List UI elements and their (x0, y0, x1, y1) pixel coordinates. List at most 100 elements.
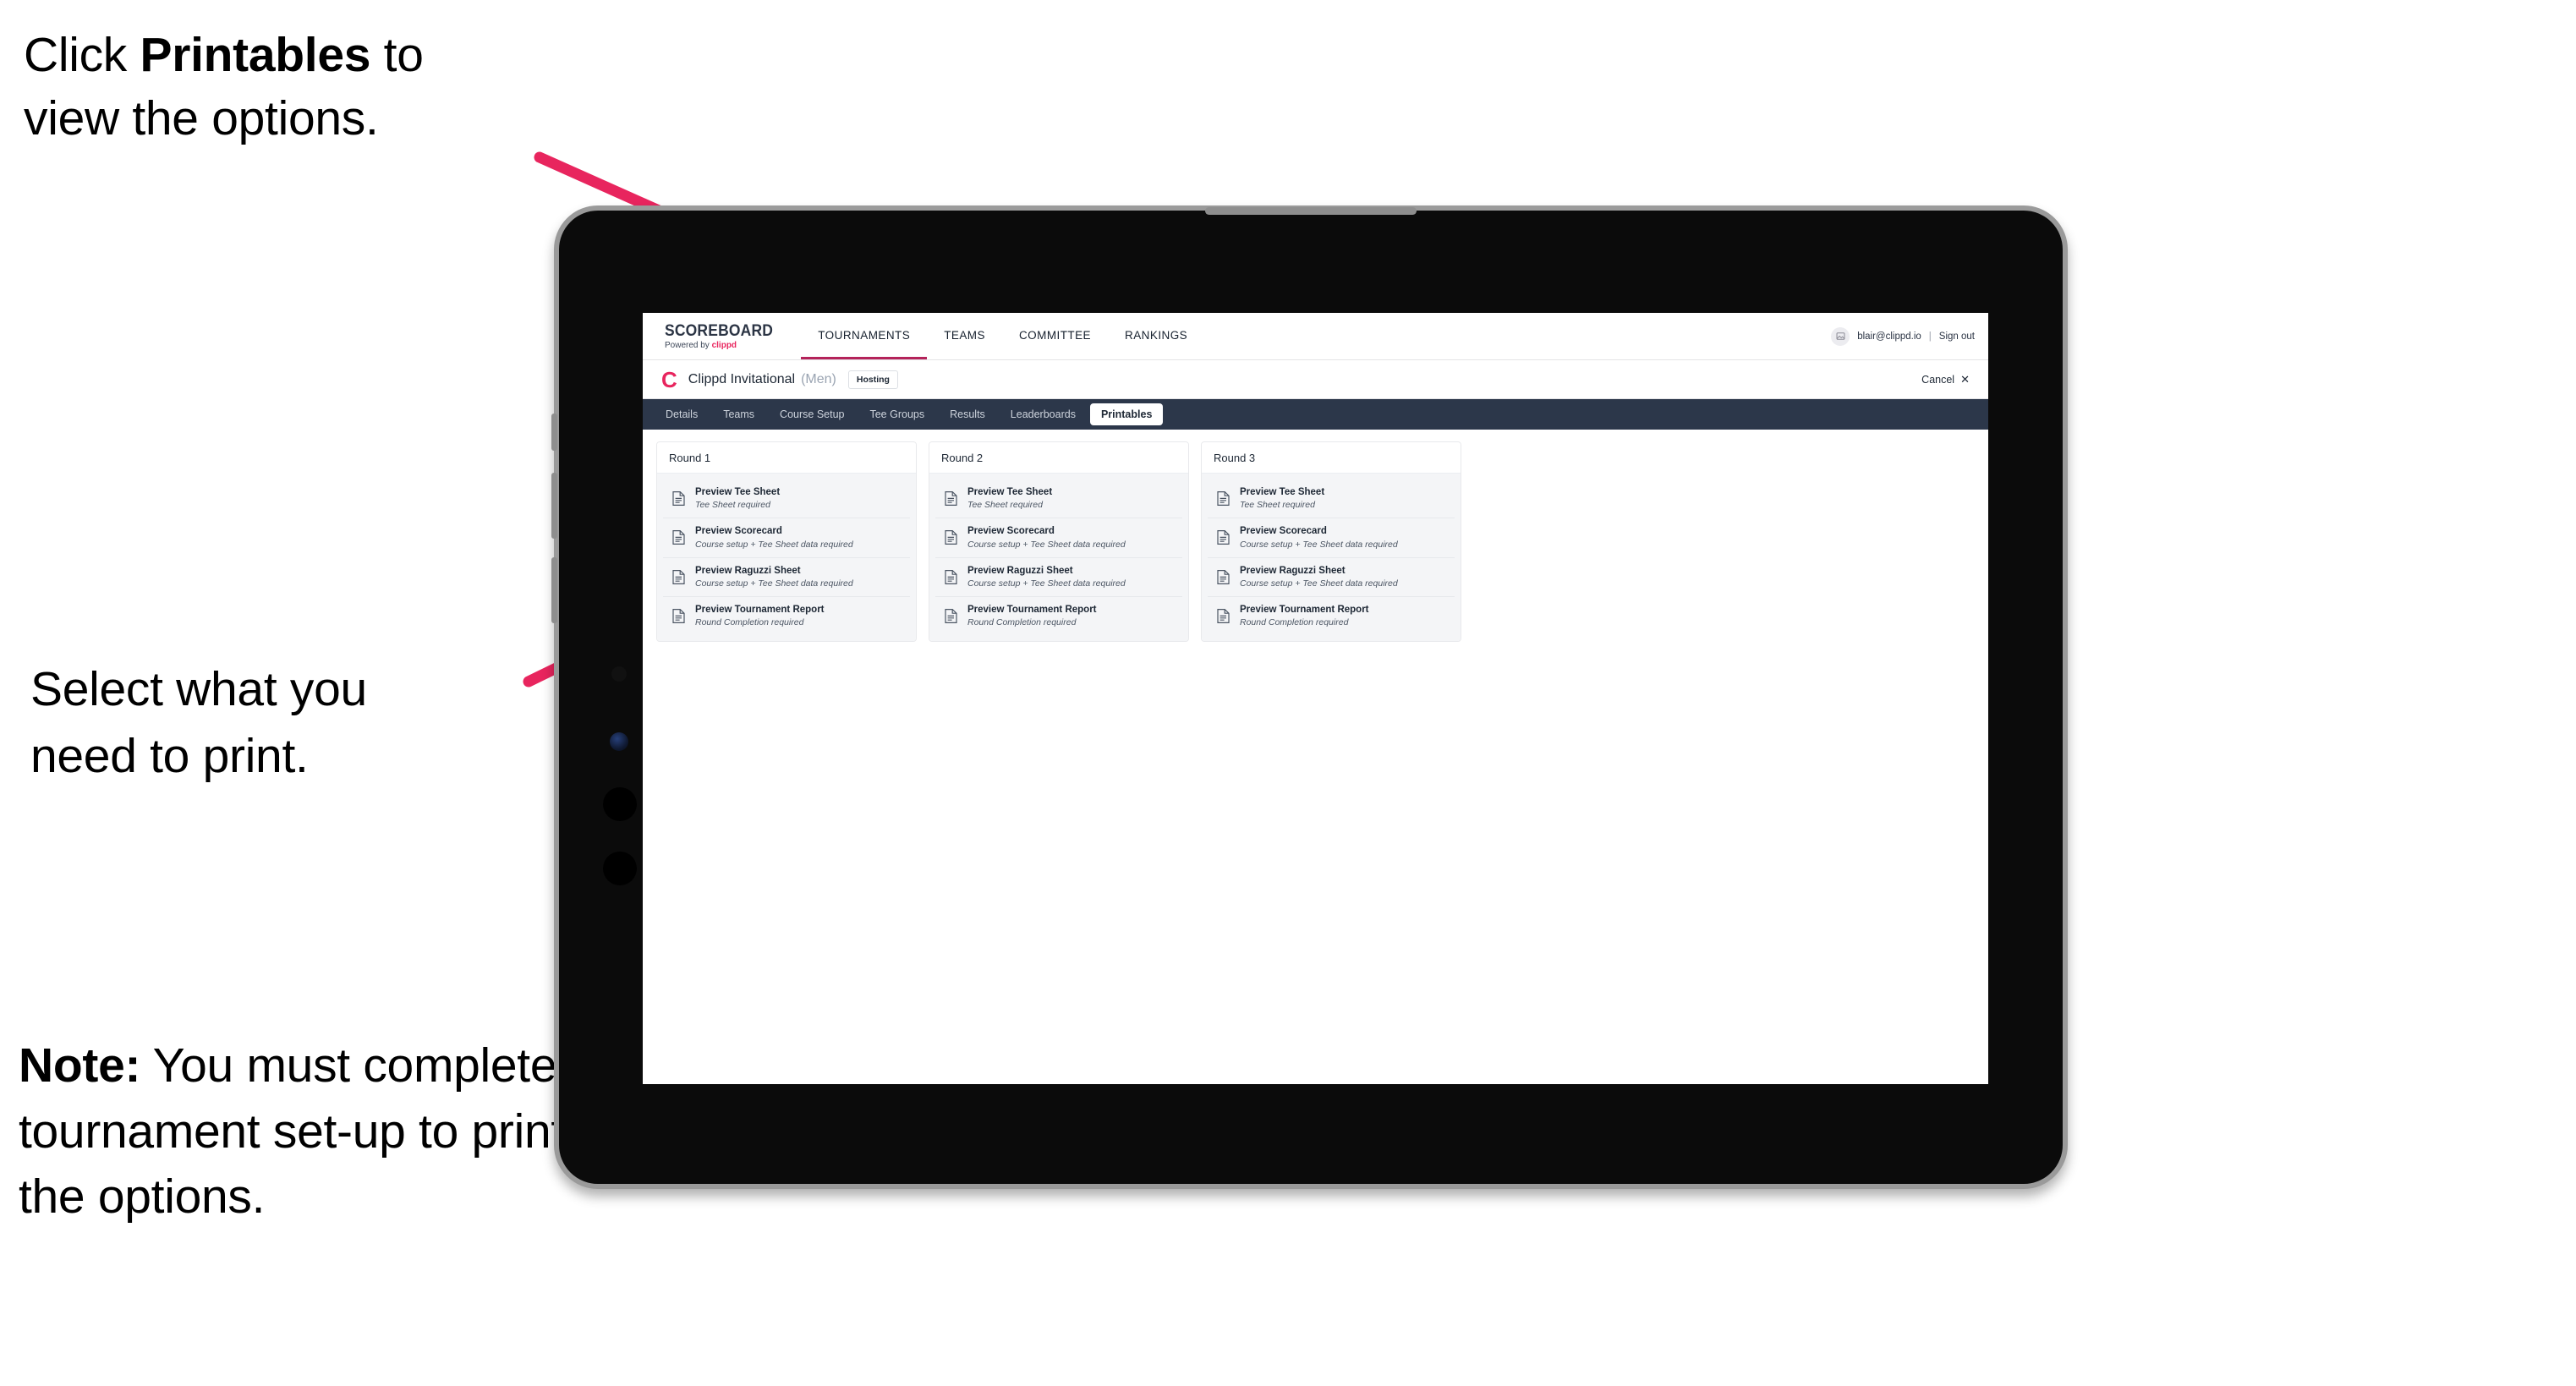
printable-row-tournament-report[interactable]: Preview Tournament Report Round Completi… (935, 596, 1182, 636)
printable-title: Preview Tee Sheet (695, 487, 781, 497)
top-nav-tournaments[interactable]: TOURNAMENTS (801, 313, 928, 359)
tournament-gender: (Men) (801, 371, 836, 386)
top-nav-items: TOURNAMENTS TEAMS COMMITTEE RANKINGS (801, 313, 1204, 359)
printable-row-scorecard[interactable]: Preview Scorecard Course setup + Tee She… (935, 518, 1182, 558)
sub-nav-course-setup[interactable]: Course Setup (769, 403, 855, 425)
document-icon (944, 490, 958, 507)
device-bezel-dot-one (603, 787, 637, 821)
sub-nav-leaderboards[interactable]: Leaderboards (1000, 403, 1087, 425)
printable-row-scorecard[interactable]: Preview Scorecard Course setup + Tee She… (1208, 518, 1455, 558)
printable-row-tee-sheet[interactable]: Preview Tee Sheet Tee Sheet required (1208, 479, 1455, 519)
sub-nav-results-label: Results (950, 408, 985, 420)
printable-row-text: Preview Tee Sheet Tee Sheet required (695, 487, 780, 510)
document-icon (1216, 529, 1230, 545)
printable-row-raguzzi-sheet[interactable]: Preview Raguzzi Sheet Course setup + Tee… (935, 557, 1182, 597)
round-column-2: Round 2 Preview Tee Sheet Tee Sheet requ… (929, 441, 1189, 643)
annotation-3-bold: Note: (19, 1038, 141, 1093)
printable-row-text: Preview Scorecard Course setup + Tee She… (967, 526, 1126, 549)
annotation-click-printables: Click Printables to view the options. (24, 24, 582, 151)
annotation-select-print: Select what you need to print. (30, 656, 572, 789)
printable-row-scorecard[interactable]: Preview Scorecard Course setup + Tee She… (663, 518, 910, 558)
brand-subtitle-prefix: Powered by (665, 340, 712, 350)
device-sensor-icon (610, 732, 628, 751)
printable-title: Preview Tournament Report (967, 604, 1097, 615)
sub-nav-leaderboards-label: Leaderboards (1010, 408, 1076, 420)
printable-row-raguzzi-sheet[interactable]: Preview Raguzzi Sheet Course setup + Tee… (663, 557, 910, 597)
top-nav-teams[interactable]: TEAMS (927, 313, 1002, 359)
document-icon (944, 608, 958, 624)
brand-logo[interactable]: SCOREBOARD Powered by clippd (643, 313, 801, 359)
printable-title: Preview Raguzzi Sheet (967, 565, 1073, 576)
printable-row-text: Preview Tee Sheet Tee Sheet required (1240, 487, 1324, 510)
annotation-2-line2: need to print. (30, 728, 309, 783)
annotation-1-post: to (370, 28, 424, 82)
cancel-button-label: Cancel (1921, 373, 1955, 386)
top-nav-rankings-label: RANKINGS (1125, 328, 1188, 342)
printable-row-raguzzi-sheet[interactable]: Preview Raguzzi Sheet Course setup + Tee… (1208, 557, 1455, 597)
printable-subtitle: Round Completion required (1240, 617, 1349, 628)
annotation-2-line1: Select what you (30, 662, 367, 716)
printable-row-text: Preview Tee Sheet Tee Sheet required (967, 487, 1052, 510)
printable-subtitle: Course setup + Tee Sheet data required (967, 539, 1126, 550)
sub-nav-details-label: Details (666, 408, 699, 420)
top-nav-committee-label: COMMITTEE (1018, 328, 1092, 342)
printable-row-text: Preview Tournament Report Round Completi… (1240, 605, 1369, 627)
sub-nav-details[interactable]: Details (655, 403, 709, 425)
tournament-sub-nav: Details Teams Course Setup Tee Groups Re… (643, 399, 1988, 430)
printable-row-text: Preview Raguzzi Sheet Course setup + Tee… (1240, 566, 1398, 589)
printable-subtitle: Tee Sheet required (967, 500, 1043, 511)
top-nav-tournaments-label: TOURNAMENTS (818, 328, 911, 342)
round-1-items: Preview Tee Sheet Tee Sheet required Pre… (657, 474, 916, 642)
sub-nav-printables[interactable]: Printables (1089, 403, 1164, 425)
printable-title: Preview Tee Sheet (1240, 487, 1325, 497)
clippd-logo-icon: C (661, 366, 677, 392)
printable-title: Preview Raguzzi Sheet (695, 565, 801, 576)
tablet-device: SCOREBOARD Powered by clippd TOURNAMENTS… (551, 205, 2068, 1189)
printable-subtitle: Course setup + Tee Sheet data required (1240, 539, 1398, 550)
printable-row-text: Preview Scorecard Course setup + Tee She… (1240, 526, 1398, 549)
printable-row-text: Preview Raguzzi Sheet Course setup + Tee… (967, 566, 1126, 589)
status-badge: Hosting (847, 370, 898, 389)
document-icon (1216, 490, 1230, 507)
printable-subtitle: Round Completion required (695, 617, 804, 628)
cancel-button[interactable]: Cancel ✕ (1921, 374, 1975, 386)
round-3-title: Round 3 (1202, 442, 1461, 474)
printable-row-text: Preview Scorecard Course setup + Tee She… (695, 526, 853, 549)
printable-title: Preview Tee Sheet (967, 487, 1053, 497)
printable-row-tournament-report[interactable]: Preview Tournament Report Round Completi… (663, 596, 910, 636)
device-side-button-volume-up[interactable] (551, 473, 557, 539)
printable-row-tee-sheet[interactable]: Preview Tee Sheet Tee Sheet required (663, 479, 910, 519)
sub-nav-teams-label: Teams (723, 408, 755, 420)
device-side-button-mute[interactable] (551, 414, 557, 451)
top-navigation-bar: SCOREBOARD Powered by clippd TOURNAMENTS… (643, 313, 1988, 360)
printable-row-tee-sheet[interactable]: Preview Tee Sheet Tee Sheet required (935, 479, 1182, 519)
document-icon (671, 608, 686, 624)
printables-content: Round 1 Preview Tee Sheet Tee Sheet requ… (643, 430, 1988, 643)
printable-subtitle: Course setup + Tee Sheet data required (695, 539, 853, 550)
printable-title: Preview Tournament Report (1240, 604, 1369, 615)
top-nav-teams-label: TEAMS (944, 328, 985, 342)
printable-subtitle: Course setup + Tee Sheet data required (695, 578, 853, 589)
top-nav-committee[interactable]: COMMITTEE (1002, 313, 1108, 359)
sub-nav-tee-groups[interactable]: Tee Groups (858, 403, 935, 425)
printable-row-tournament-report[interactable]: Preview Tournament Report Round Completi… (1208, 596, 1455, 636)
sub-nav-teams[interactable]: Teams (712, 403, 765, 425)
round-2-title: Round 2 (929, 442, 1188, 474)
app-screen: SCOREBOARD Powered by clippd TOURNAMENTS… (643, 313, 1988, 1084)
top-nav-rankings[interactable]: RANKINGS (1108, 313, 1204, 359)
sub-nav-results[interactable]: Results (939, 403, 996, 425)
document-icon (671, 490, 686, 507)
user-avatar-icon[interactable] (1831, 326, 1850, 346)
round-column-1: Round 1 Preview Tee Sheet Tee Sheet requ… (656, 441, 917, 643)
device-speaker (1205, 207, 1417, 215)
page-root: Click Printables to view the options. Se… (0, 0, 2576, 1386)
device-side-button-volume-down[interactable] (551, 557, 557, 623)
document-icon (944, 569, 958, 585)
sub-nav-tee-groups-label: Tee Groups (869, 408, 925, 420)
printable-title: Preview Tournament Report (695, 604, 825, 615)
annotation-1-bold: Printables (140, 28, 371, 82)
sign-out-button[interactable]: Sign out (1939, 331, 1975, 342)
document-icon (1216, 569, 1230, 585)
document-icon (1216, 608, 1230, 624)
printable-subtitle: Course setup + Tee Sheet data required (1240, 578, 1398, 589)
